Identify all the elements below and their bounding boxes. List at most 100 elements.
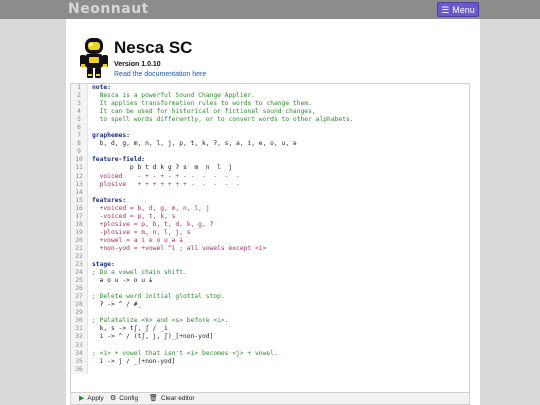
line-text: Nesca is a powerful Sound Change Applier…	[92, 92, 256, 100]
line-text: note:	[92, 84, 111, 91]
editor-line[interactable]: 29	[71, 309, 469, 318]
astronaut-icon	[80, 38, 108, 78]
editor-line[interactable]: 6	[71, 124, 469, 133]
line-number: 23	[71, 261, 88, 270]
clear-editor-label: Clear editor	[160, 395, 195, 402]
trash-icon: 🗑	[149, 395, 158, 402]
gear-icon: ⚙	[110, 395, 117, 402]
editor-line[interactable]: 32 i -> ^ / (tʃ, j, ʃ)_[+non-yod]	[71, 333, 469, 342]
editor-line[interactable]: 17 -voiced = p, t, k, s	[71, 212, 469, 221]
line-number: 10	[71, 156, 88, 165]
editor-line[interactable]: 12 voiced - + - + - + - - - - - -	[71, 172, 469, 181]
editor-line[interactable]: 19 -plosive = m, n, l, j, s	[71, 228, 469, 237]
editor-line[interactable]: 33	[71, 341, 469, 350]
editor-line[interactable]: 14	[71, 188, 469, 197]
top-navbar: Neonnaut ☰ Menu	[0, 0, 540, 19]
editor-line[interactable]: 1 note:	[71, 84, 469, 93]
editor-line[interactable]: 24 ; Do a vowel chain shift.	[71, 269, 469, 278]
line-number: 36	[71, 365, 88, 374]
editor-line[interactable]: 23 stage:	[71, 261, 469, 270]
line-number: 4	[71, 108, 88, 117]
config-label: Config	[119, 395, 139, 402]
menu-button-label: Menu	[452, 5, 475, 15]
line-text: b, d, g, m, n, l, j, p, t, k, ʔ, s, a, i…	[92, 140, 297, 148]
editor-line[interactable]: 20 +vowel = a i e o u ə ɨ	[71, 236, 469, 245]
clear-editor-button[interactable]: 🗑 Clear editor	[149, 393, 195, 405]
editor-line[interactable]: 28 ʔ -> ^ / #_	[71, 301, 469, 310]
line-number: 2	[71, 92, 88, 101]
editor-line[interactable]: 25 ə o u -> o u ɨ	[71, 277, 469, 286]
line-text: k, s -> tʃ, ʃ / _i	[92, 325, 168, 333]
editor-line[interactable]: 11 p b t d k g ʔ s m n l j	[71, 164, 469, 173]
editor-line[interactable]: 4 It can be used for historical or ficti…	[71, 108, 469, 117]
editor-line[interactable]: 10 feature-field:	[71, 156, 469, 165]
line-text: p b t d k g ʔ s m n l j	[92, 164, 233, 172]
editor-line[interactable]: 27 ; Delete word initial glottal stop.	[71, 293, 469, 302]
line-text: i -> j / _[+non-yod]	[92, 357, 176, 365]
editor-line[interactable]: 22	[71, 252, 469, 262]
editor-line[interactable]: 8 b, d, g, m, n, l, j, p, t, k, ʔ, s, a,…	[71, 140, 469, 149]
code-editor[interactable]: 1 note: 2 Nesca is a powerful Sound Change…	[70, 83, 470, 393]
line-number: 27	[71, 293, 88, 302]
editor-line[interactable]: 13 plosive + + + + + + + - - - - -	[71, 180, 469, 189]
editor-line[interactable]: 36	[71, 365, 469, 374]
line-number: 13	[71, 180, 88, 189]
line-number: 22	[71, 252, 88, 262]
line-text: ʔ -> ^ / #_	[92, 301, 142, 309]
menu-button[interactable]: ☰ Menu	[437, 2, 479, 17]
line-text: ; <i> + vowel that isn't <i> becomes <j>…	[92, 349, 278, 357]
line-number: 32	[71, 333, 88, 342]
documentation-link[interactable]: Read the documentation here	[114, 70, 206, 79]
line-number: 5	[71, 116, 88, 125]
editor-line[interactable]: 18 +plosive = p, b, t, d, k, g, ʔ	[71, 220, 469, 229]
line-number: 34	[71, 349, 88, 358]
line-number: 16	[71, 204, 88, 213]
line-number: 25	[71, 277, 88, 286]
editor-line[interactable]: 26	[71, 285, 469, 294]
config-button[interactable]: ⚙ Config	[110, 393, 138, 405]
line-text: features:	[92, 196, 127, 204]
line-number: 29	[71, 309, 88, 318]
apply-label: Apply	[87, 395, 104, 402]
editor-line[interactable]: 5 to spell words differently, or to conv…	[71, 116, 469, 125]
line-number: 12	[71, 172, 88, 181]
line-number: 11	[71, 164, 88, 173]
brand-logo-text[interactable]: Neonnaut	[68, 0, 149, 19]
line-number: 17	[71, 212, 88, 221]
editor-line[interactable]: 7 graphemes:	[71, 132, 469, 141]
line-text: ; Delete word initial glottal stop.	[92, 293, 225, 301]
editor-line[interactable]: 2 Nesca is a powerful Sound Change Appli…	[71, 92, 469, 101]
line-number: 31	[71, 325, 88, 334]
line-number: 20	[71, 236, 88, 245]
editor-line[interactable]: 3 It applies transformation rules to wor…	[71, 100, 469, 109]
line-number: 6	[71, 124, 88, 133]
app-version: Version 1.0.10	[114, 61, 161, 68]
line-text: plosive + + + + + + + - - - - -	[92, 180, 240, 188]
line-text: +non-yod = +vowel ^i ; all vowels except…	[92, 244, 267, 252]
editor-line[interactable]: 31 k, s -> tʃ, ʃ / _i	[71, 325, 469, 334]
play-icon: ▶	[79, 395, 85, 402]
line-number: 15	[71, 196, 88, 205]
editor-content[interactable]: 1 note: 2 Nesca is a powerful Sound Change…	[71, 84, 469, 374]
line-text: It can be used for historical or fiction…	[92, 108, 316, 116]
line-text: ; Palatalize <k> and <s> before <i>.	[92, 317, 229, 325]
line-text: -plosive = m, n, l, j, s	[92, 228, 191, 236]
line-text: stage:	[92, 261, 115, 269]
line-number: 19	[71, 228, 88, 237]
line-text: graphemes:	[92, 132, 130, 140]
line-number: 1	[71, 84, 88, 93]
editor-line[interactable]: 30 ; Palatalize <k> and <s> before <i>.	[71, 317, 469, 326]
editor-line[interactable]: 34 ; <i> + vowel that isn't <i> becomes <…	[71, 349, 469, 358]
line-number: 30	[71, 317, 88, 326]
line-text: -voiced = p, t, k, s	[92, 212, 176, 220]
editor-line[interactable]: 21 +non-yod = +vowel ^i ; all vowels exc…	[71, 244, 469, 253]
line-text: +plosive = p, b, t, d, k, g, ʔ	[92, 220, 214, 228]
editor-line[interactable]: 15 features:	[71, 196, 469, 205]
editor-toolbar: ▶ Apply ⚙ Config 🗑 Clear editor	[70, 393, 470, 405]
editor-line[interactable]: 35 i -> j / _[+non-yod]	[71, 357, 469, 366]
line-number: 28	[71, 301, 88, 310]
hamburger-icon: ☰	[441, 5, 450, 15]
apply-button[interactable]: ▶ Apply	[79, 393, 104, 405]
editor-line[interactable]: 16 +voiced = b, d, g, m, n, l, j	[71, 204, 469, 213]
line-text: It applies transformation rules to words…	[92, 100, 312, 108]
